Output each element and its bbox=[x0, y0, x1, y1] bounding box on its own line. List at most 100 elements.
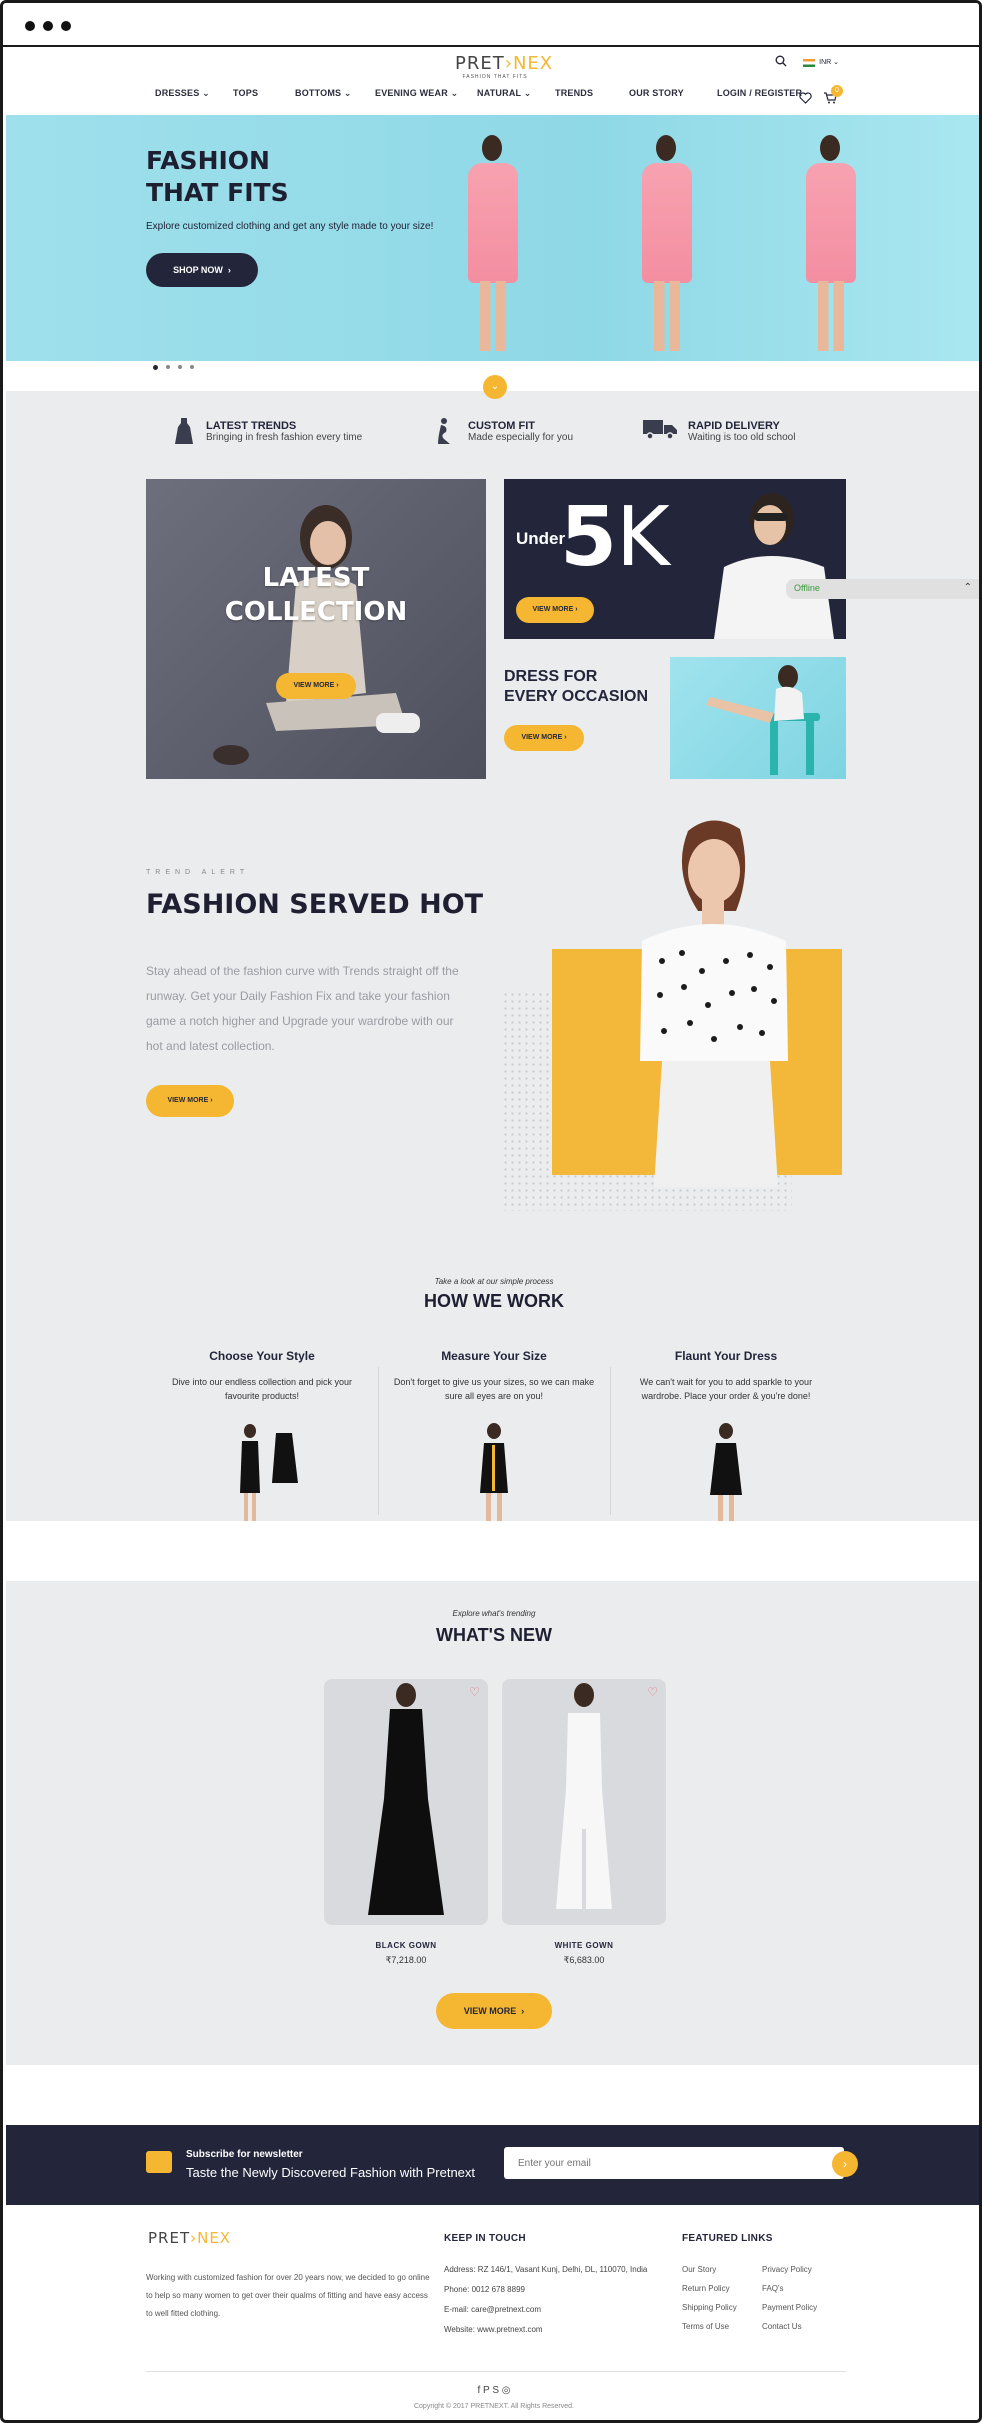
shop-now-button[interactable]: SHOP NOW › bbox=[146, 253, 258, 287]
carousel-dot[interactable] bbox=[178, 365, 182, 369]
scroll-down-button[interactable]: ⌄ bbox=[483, 375, 507, 399]
whats-new-section: Explore what's trending WHAT'S NEW ♡ BLA… bbox=[6, 1581, 979, 2065]
site-logo[interactable]: PRET›NEX FASHION THAT FITS bbox=[455, 53, 552, 80]
subscribe-arrow-button[interactable]: › bbox=[832, 2151, 858, 2177]
social-icons[interactable]: f P S ◎ bbox=[6, 2385, 979, 2396]
product-name[interactable]: WHITE GOWN bbox=[502, 1941, 666, 1950]
price-five: 5 bbox=[560, 490, 618, 585]
carousel-dot[interactable] bbox=[166, 365, 170, 369]
latest-collection-title: LATEST COLLECTION bbox=[224, 563, 408, 627]
every-occasion-image[interactable] bbox=[670, 657, 846, 779]
carousel-dots bbox=[153, 365, 194, 370]
nav-item-trends[interactable]: TRENDS bbox=[555, 88, 593, 98]
every-occasion-title: DRESS FOR EVERY OCCASION bbox=[504, 668, 649, 705]
footer-website[interactable]: Website: www.pretnext.com bbox=[444, 2325, 543, 2334]
window-dot-icon[interactable] bbox=[25, 21, 35, 31]
how-we-work-eyebrow: Take a look at our simple process bbox=[434, 1277, 554, 1286]
step-text: Don't forget to give us your sizes, so w… bbox=[393, 1377, 595, 1401]
whats-new-eyebrow: Explore what's trending bbox=[452, 1609, 536, 1618]
footer-link-our-story[interactable]: Our Story bbox=[682, 2265, 716, 2274]
newsletter-email-field[interactable] bbox=[504, 2147, 844, 2179]
chevron-up-icon[interactable]: ⌃ bbox=[964, 582, 972, 593]
newsletter-label: Subscribe for newsletter bbox=[186, 2149, 303, 2160]
under-5k-model-image bbox=[714, 493, 834, 639]
wishlist-heart-icon[interactable] bbox=[799, 91, 812, 109]
content-section: LATEST TRENDS Bringing in fresh fashion e… bbox=[6, 391, 979, 1537]
wishlist-heart-icon[interactable]: ♡ bbox=[647, 1685, 658, 1699]
cart-count-badge: 0 bbox=[831, 85, 843, 97]
chat-status-label: Offline bbox=[794, 583, 820, 593]
carousel-dot[interactable] bbox=[190, 365, 194, 369]
step-text: We can't wait for you to add sparkle to … bbox=[639, 1377, 813, 1401]
trend-body: Stay ahead of the fashion curve with Tre… bbox=[146, 964, 459, 1053]
under-label: Under bbox=[516, 529, 566, 548]
trend-model-image bbox=[640, 820, 788, 1187]
nav-item-dresses[interactable]: DRESSES ⌄ bbox=[155, 88, 210, 99]
footer-link-faqs[interactable]: FAQ's bbox=[762, 2284, 784, 2293]
window-dot-icon[interactable] bbox=[43, 21, 53, 31]
india-flag-icon bbox=[803, 58, 816, 67]
footer-about: Working with customized fashion for over… bbox=[146, 2273, 430, 2318]
footer-logo[interactable]: PRET›NEX bbox=[148, 2229, 231, 2247]
step-title: Choose Your Style bbox=[209, 1349, 315, 1363]
footer-email[interactable]: E-mail: care@pretnext.com bbox=[444, 2305, 541, 2314]
footer-link-payment-policy[interactable]: Payment Policy bbox=[762, 2303, 817, 2312]
site-footer: PRET›NEX Working with customized fashion… bbox=[6, 2205, 979, 2420]
whats-new-title: WHAT'S NEW bbox=[436, 1625, 552, 1645]
step-text: Dive into our endless collection and pic… bbox=[171, 1377, 353, 1401]
how-we-work-title: HOW WE WORK bbox=[424, 1291, 564, 1311]
occasion-view-more-button[interactable]: VIEW MORE › bbox=[504, 725, 584, 751]
footer-links-title: FEATURED LINKS bbox=[682, 2233, 773, 2244]
envelope-icon bbox=[146, 2151, 172, 2173]
trend-view-more-button[interactable]: VIEW MORE › bbox=[146, 1085, 234, 1117]
hero-title: FASHION THAT FITS bbox=[146, 146, 289, 207]
latest-view-more-button[interactable]: VIEW MORE › bbox=[276, 673, 356, 699]
feature-rapid-delivery: RAPID DELIVERY Waiting is too old school bbox=[642, 417, 795, 445]
logo-tagline: FASHION THAT FITS bbox=[462, 74, 528, 80]
feature-latest-trends: LATEST TRENDS Bringing in fresh fashion e… bbox=[172, 417, 362, 445]
nav-item-our-story[interactable]: OUR STORY bbox=[629, 88, 684, 98]
feature-title: LATEST TRENDS bbox=[206, 419, 297, 432]
newsletter-headline: Taste the Newly Discovered Fashion with … bbox=[186, 2165, 476, 2180]
step-title: Measure Your Size bbox=[441, 1349, 547, 1363]
currency-label: INR bbox=[819, 59, 832, 67]
product-price: ₹7,218.00 bbox=[385, 1955, 427, 1965]
nav-item-tops[interactable]: TOPS bbox=[233, 88, 258, 98]
footer-link-return-policy[interactable]: Return Policy bbox=[682, 2284, 730, 2293]
search-icon[interactable] bbox=[775, 55, 787, 70]
cart-icon[interactable]: 0 bbox=[823, 85, 843, 109]
nav-item-bottoms[interactable]: BOTTOMS ⌄ bbox=[295, 88, 352, 99]
product-card[interactable]: ♡ bbox=[502, 1679, 666, 1925]
nav-item-login-register[interactable]: LOGIN / REGISTER bbox=[717, 88, 802, 98]
every-occasion-text: DRESS FOR EVERY OCCASION VIEW MORE › bbox=[504, 657, 654, 777]
dress-icon bbox=[172, 417, 196, 445]
footer-link-privacy-policy[interactable]: Privacy Policy bbox=[762, 2265, 812, 2274]
currency-selector[interactable]: INR ⌄ bbox=[803, 58, 839, 67]
footer-link-contact-us[interactable]: Contact Us bbox=[762, 2322, 802, 2331]
chat-widget[interactable]: Offline ⌃ bbox=[786, 579, 979, 599]
whats-new-view-more-button[interactable]: VIEW MORE › bbox=[436, 1993, 552, 2029]
feature-subtitle: Waiting is too old school bbox=[688, 431, 796, 443]
footer-phone: Phone: 0012 678 8899 bbox=[444, 2285, 525, 2294]
wishlist-heart-icon[interactable]: ♡ bbox=[469, 1685, 480, 1699]
product-image bbox=[368, 1683, 444, 1915]
step-flaunt-dress: Flaunt Your Dress We can't wait for you … bbox=[610, 1349, 842, 1403]
under-5k-tile[interactable]: Under 5 K VIEW MORE › bbox=[504, 479, 846, 639]
under-5k-view-more-button[interactable]: VIEW MORE › bbox=[516, 597, 594, 623]
occasion-model-image bbox=[706, 665, 820, 775]
product-name[interactable]: BLACK GOWN bbox=[324, 1941, 488, 1950]
product-card[interactable]: ♡ bbox=[324, 1679, 488, 1925]
nav-item-natural[interactable]: NATURAL ⌄ bbox=[477, 88, 532, 99]
nav-item-evening-wear[interactable]: EVENING WEAR ⌄ bbox=[375, 88, 458, 99]
hero-banner: FASHION THAT FITS Explore customized clot… bbox=[6, 115, 979, 361]
logo-text-left: PRET bbox=[455, 53, 505, 74]
email-input[interactable] bbox=[504, 2147, 804, 2179]
step-title: Flaunt Your Dress bbox=[674, 1349, 778, 1363]
carousel-dot[interactable] bbox=[153, 365, 158, 370]
window-dot-icon[interactable] bbox=[61, 21, 71, 31]
feature-subtitle: Made especially for you bbox=[468, 431, 574, 443]
feature-title: CUSTOM FIT bbox=[468, 419, 536, 432]
footer-link-terms[interactable]: Terms of Use bbox=[682, 2322, 729, 2331]
latest-collection-tile[interactable]: LATEST COLLECTION VIEW MORE › bbox=[146, 479, 486, 779]
footer-link-shipping-policy[interactable]: Shipping Policy bbox=[682, 2303, 737, 2312]
